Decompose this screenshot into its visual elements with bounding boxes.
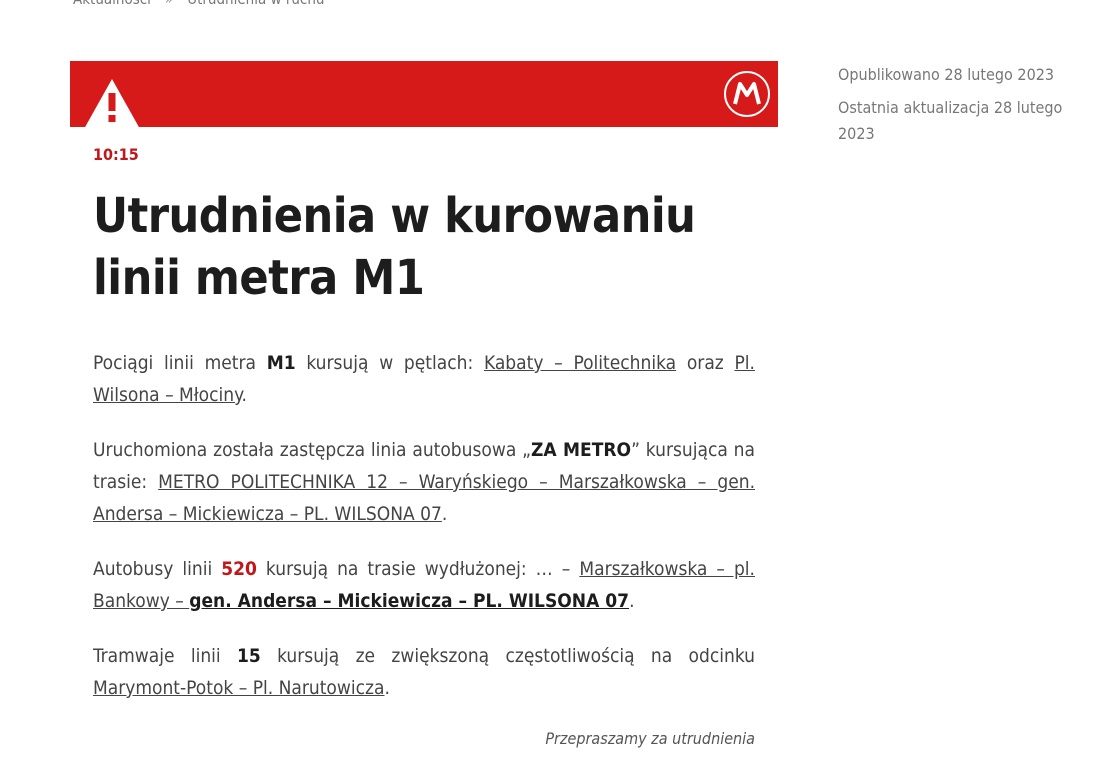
article-meta: Opublikowano 28 lutego 2023 Ostatnia akt… [838,62,1068,154]
metro-logo-icon [724,71,770,117]
line-m1: M1 [266,352,296,374]
text: oraz [676,352,735,374]
text: Uruchomiona została zastępcza linia auto… [93,439,532,461]
breadcrumb-link-news[interactable]: Aktualności [73,0,151,8]
text: . [629,590,635,612]
warning-triangle-icon [85,79,139,127]
paragraph-bus-520: Autobusy linii 520 kursują na trasie wyd… [93,553,755,617]
text: . [384,677,390,699]
breadcrumb-current: Utrudnienia w ruchu [187,0,324,8]
link-marymont-narutowicza[interactable]: Marymont-Potok – Pl. Narutowicza [93,677,384,699]
text: Pociągi linii metra [93,352,267,374]
breadcrumb-separator: » [165,0,173,8]
text: kursują w pętlach: [295,352,484,374]
line-15: 15 [237,645,261,667]
line-520: 520 [221,558,257,580]
line-za-metro: ZA METRO [531,439,632,461]
published-date: Opublikowano 28 lutego 2023 [838,65,1055,84]
apology-note: Przepraszamy za utrudnienia [545,729,755,748]
paragraph-za-metro: Uruchomiona została zastępcza linia auto… [93,434,755,530]
link-za-metro-route[interactable]: METRO POLITECHNIKA 12 – Waryńskiego – Ma… [93,471,755,525]
breadcrumb: Aktualności » Utrudnienia w ruchu [73,0,324,8]
text: kursują ze zwiększoną częstotliwością na… [260,645,755,667]
article-body: Pociągi linii metra M1 kursują w pętlach… [93,347,755,727]
link-andersa-wilsona[interactable]: gen. Andersa – Mickiewicza – PL. WILSONA… [189,590,629,612]
text: . [441,503,448,525]
paragraph-tram-15: Tramwaje linii 15 kursują ze zwiększoną … [93,640,755,704]
article-title: Utrudnienia w kurowaniu linii metra M1 [93,188,696,306]
text: kursują na trasie wydłużonej: … – [256,558,580,580]
text: Tramwaje linii [93,645,237,667]
metro-m-icon [733,82,761,105]
article-time: 10:15 [93,145,139,164]
link-kabaty-politechnika[interactable]: Kabaty – Politechnika [484,352,676,374]
text: Autobusy linii [93,558,222,580]
updated-date: Ostatnia aktualizacja 28 lutego 2023 [838,98,1063,143]
text: . [241,384,247,406]
alert-banner [70,61,778,127]
paragraph-m1-loops: Pociągi linii metra M1 kursują w pętlach… [93,347,755,411]
